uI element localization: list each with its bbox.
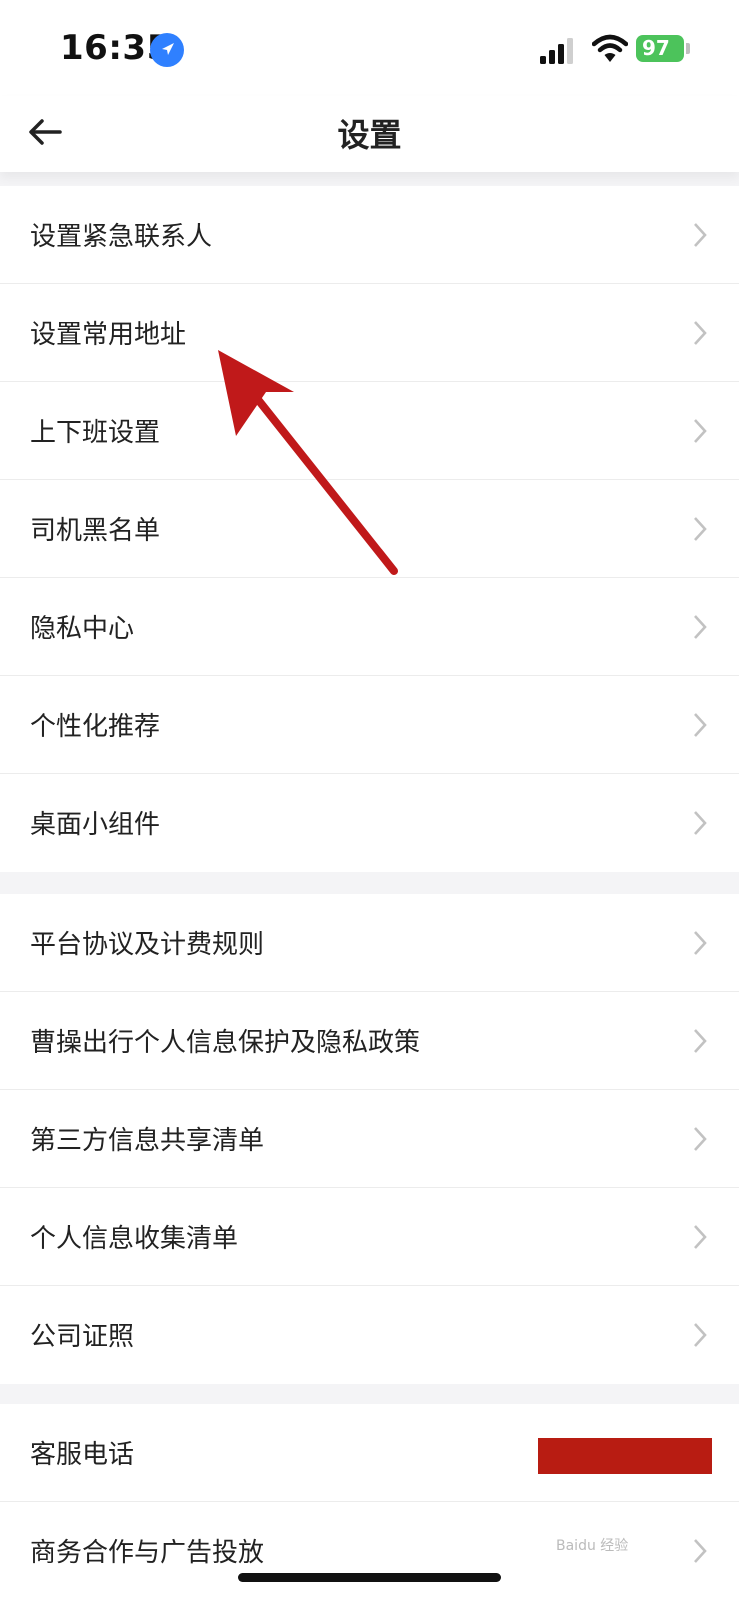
row-label: 平台协议及计费规则 <box>30 930 265 960</box>
wifi-icon <box>592 34 628 62</box>
row-label: 曹操出行个人信息保护及隐私政策 <box>30 1028 421 1058</box>
chevron-right-icon <box>694 321 707 345</box>
row-label: 个人信息收集清单 <box>30 1224 239 1254</box>
cellular-signal-icon <box>540 38 573 64</box>
settings-group-legal: 平台协议及计费规则 曹操出行个人信息保护及隐私政策 第三方信息共享清单 个人信息… <box>0 894 739 1384</box>
settings-row-emergency-contact[interactable]: 设置紧急联系人 <box>0 186 739 284</box>
navigation-bar: 设置 <box>0 96 739 172</box>
row-label: 公司证照 <box>30 1322 135 1352</box>
settings-row-commute[interactable]: 上下班设置 <box>0 382 739 480</box>
settings-row-info-collection[interactable]: 个人信息收集清单 <box>0 1188 739 1286</box>
battery-level: 97 <box>642 36 670 60</box>
chevron-right-icon <box>694 1225 707 1249</box>
chevron-right-icon <box>694 419 707 443</box>
chevron-right-icon <box>694 713 707 737</box>
row-label: 商务合作与广告投放 <box>30 1538 265 1568</box>
settings-row-company-license[interactable]: 公司证照 <box>0 1286 739 1384</box>
chevron-right-icon <box>694 1323 707 1347</box>
row-label: 第三方信息共享清单 <box>30 1126 265 1156</box>
row-label: 客服电话 <box>30 1440 135 1470</box>
home-indicator[interactable] <box>238 1573 501 1582</box>
settings-row-frequent-address[interactable]: 设置常用地址 <box>0 284 739 382</box>
row-label: 上下班设置 <box>30 418 161 448</box>
settings-row-platform-agreement[interactable]: 平台协议及计费规则 <box>0 894 739 992</box>
redacted-phone-number <box>538 1438 712 1474</box>
page-title: 设置 <box>337 116 402 154</box>
chevron-right-icon <box>694 223 707 247</box>
watermark-logo: Baidu 经验 <box>556 1538 629 1554</box>
chevron-right-icon <box>694 615 707 639</box>
row-label: 桌面小组件 <box>30 810 161 840</box>
chevron-right-icon <box>694 1539 707 1563</box>
settings-row-personalized-recommendation[interactable]: 个性化推荐 <box>0 676 739 774</box>
status-bar: 16:35 97 <box>0 0 739 96</box>
chevron-right-icon <box>694 811 707 835</box>
settings-row-third-party-sharing[interactable]: 第三方信息共享清单 <box>0 1090 739 1188</box>
settings-screen: 16:35 97 设置 设置紧急联系人 设置常用地址 上下班设置 司机黑名单 隐… <box>0 0 739 1600</box>
chevron-right-icon <box>694 1029 707 1053</box>
battery-icon: 97 <box>636 35 684 62</box>
settings-row-privacy-center[interactable]: 隐私中心 <box>0 578 739 676</box>
chevron-right-icon <box>694 931 707 955</box>
chevron-right-icon <box>694 1127 707 1151</box>
settings-group-personal: 设置紧急联系人 设置常用地址 上下班设置 司机黑名单 隐私中心 个性化推荐 桌面… <box>0 186 739 872</box>
settings-row-driver-blacklist[interactable]: 司机黑名单 <box>0 480 739 578</box>
row-label: 司机黑名单 <box>30 516 161 546</box>
row-label: 设置紧急联系人 <box>30 222 213 252</box>
battery-cap <box>686 43 690 54</box>
chevron-right-icon <box>694 517 707 541</box>
settings-row-customer-service[interactable]: 客服电话 <box>0 1404 739 1502</box>
location-arrow-icon <box>150 33 184 67</box>
settings-row-desktop-widget[interactable]: 桌面小组件 <box>0 774 739 872</box>
settings-row-privacy-policy[interactable]: 曹操出行个人信息保护及隐私政策 <box>0 992 739 1090</box>
row-label: 个性化推荐 <box>30 712 161 742</box>
row-label: 隐私中心 <box>30 614 135 644</box>
row-label: 设置常用地址 <box>30 320 187 350</box>
settings-group-contact: 客服电话 商务合作与广告投放 <box>0 1404 739 1600</box>
